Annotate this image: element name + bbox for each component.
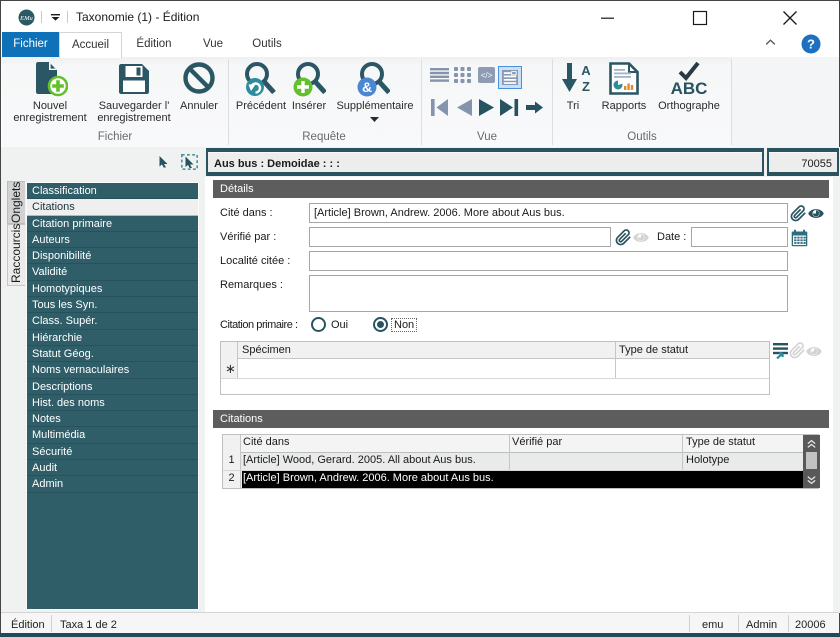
- svg-text:Z: Z: [582, 79, 590, 93]
- svg-text:A: A: [581, 63, 591, 78]
- svg-text:EMu: EMu: [19, 15, 33, 22]
- svg-text:&: &: [362, 79, 372, 95]
- svg-text:?: ?: [807, 37, 815, 52]
- svg-text:ABC: ABC: [671, 79, 708, 96]
- svg-text:</>: </>: [481, 71, 493, 80]
